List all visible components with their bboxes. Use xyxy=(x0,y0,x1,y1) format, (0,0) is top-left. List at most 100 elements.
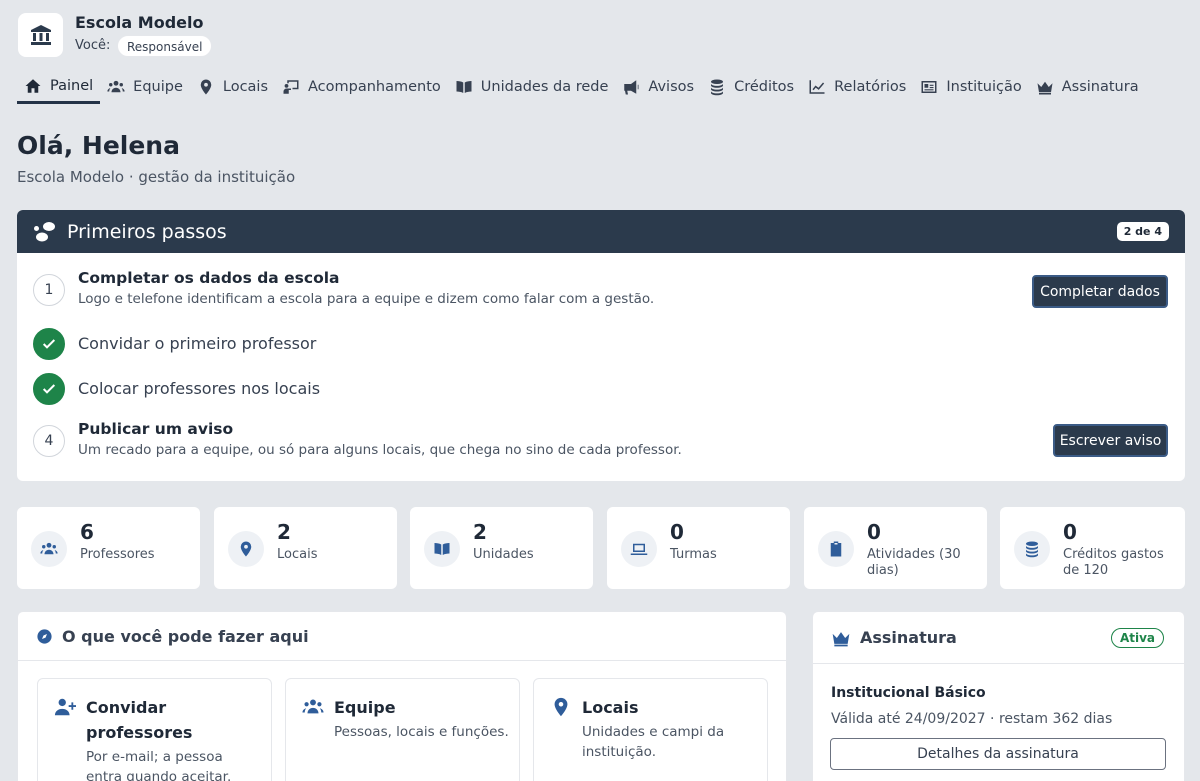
tab-painel[interactable]: Painel xyxy=(17,70,101,104)
action-desc: Pessoas, locais e funções. xyxy=(334,724,509,740)
laptop-icon xyxy=(630,543,648,555)
book-open-icon xyxy=(456,81,472,93)
action-team[interactable]: Equipe Pessoas, locais e funções. xyxy=(285,678,520,781)
first-steps-header: Primeiros passos 2 de 4 xyxy=(17,210,1185,253)
tab-label: Unidades da rede xyxy=(480,79,609,95)
institution-icon xyxy=(30,25,51,45)
tab-label: Painel xyxy=(50,77,94,94)
check-icon xyxy=(42,339,56,349)
stat-icon-wrap xyxy=(228,531,264,567)
subscription-details-button[interactable]: Detalhes da assinatura xyxy=(830,738,1166,770)
what-you-can-do-title: O que você pode fazer aqui xyxy=(62,626,309,646)
school-name: Escola Modelo xyxy=(75,13,204,32)
book-open-icon xyxy=(434,543,450,555)
step-title: Completar os dados da escola xyxy=(78,269,340,287)
tab-label: Relatórios xyxy=(834,79,907,95)
stat-label: Atividades (30 dias) xyxy=(867,547,961,578)
tab-instituicao[interactable]: Instituição xyxy=(913,70,1028,104)
first-steps-title: Primeiros passos xyxy=(67,220,227,243)
tab-locais[interactable]: Locais xyxy=(190,70,275,104)
stat-card-unidades: 2 Unidades xyxy=(410,507,593,589)
step-item: Convidar o primeiro professor xyxy=(33,328,316,360)
tab-acompanhamento[interactable]: Acompanhamento xyxy=(275,70,448,104)
stat-label: Professores xyxy=(80,547,155,562)
step-done-check xyxy=(33,328,65,360)
stat-card-turmas: 0 Turmas xyxy=(607,507,790,589)
plan-name: Institucional Básico xyxy=(831,685,986,701)
line-chart-icon xyxy=(809,80,825,94)
step-desc: Um recado para a equipe, ou só para algu… xyxy=(78,442,682,458)
action-desc: Unidades e campi da instituição. xyxy=(582,724,725,760)
map-pin-icon xyxy=(240,541,252,557)
tab-label: Equipe xyxy=(133,79,183,95)
stat-value: 0 xyxy=(867,520,881,544)
coins-icon xyxy=(1026,541,1038,558)
stat-icon-wrap xyxy=(621,531,657,567)
step-item: 4 Publicar um aviso Um recado para a equ… xyxy=(33,420,682,458)
tab-label: Créditos xyxy=(734,79,795,95)
what-you-can-do-header: O que você pode fazer aqui xyxy=(18,612,786,661)
tab-label: Instituição xyxy=(946,79,1022,95)
action-title: Convidar professores xyxy=(86,698,193,742)
stat-label: Turmas xyxy=(670,547,717,562)
subscription-header: Assinatura Ativa xyxy=(813,612,1184,664)
tab-equipe[interactable]: Equipe xyxy=(100,70,190,104)
user-plus-icon xyxy=(54,698,76,716)
stat-icon-wrap xyxy=(1014,531,1050,567)
tab-label: Acompanhamento xyxy=(308,79,441,95)
stat-card-creditos: 0 Créditos gastos de 120 xyxy=(1000,507,1185,589)
write-notice-button[interactable]: Escrever aviso xyxy=(1053,424,1168,457)
step-title: Publicar um aviso xyxy=(78,420,234,438)
action-invite-teachers[interactable]: Convidar professores Por e-mail; a pesso… xyxy=(37,678,272,781)
step-number: 4 xyxy=(33,425,65,457)
you-label: Você: xyxy=(75,38,111,53)
step-desc: Logo e telefone identificam a escola par… xyxy=(78,291,655,307)
tab-label: Avisos xyxy=(648,79,695,95)
megaphone-icon xyxy=(624,80,639,95)
stat-value: 0 xyxy=(670,520,684,544)
users-icon xyxy=(107,80,125,93)
coins-icon xyxy=(711,79,724,96)
what-you-can-do-card: O que você pode fazer aqui Convidar prof… xyxy=(17,611,787,781)
role-badge: Responsável xyxy=(117,35,213,57)
map-pin-icon xyxy=(554,697,568,717)
tab-relatorios[interactable]: Relatórios xyxy=(801,70,913,104)
action-locations[interactable]: Locais Unidades e campi da instituição. xyxy=(533,678,768,781)
first-steps-card: Primeiros passos 2 de 4 1 Completar os d… xyxy=(17,210,1185,481)
plan-validity: Válida até 24/09/2027 · restam 362 dias xyxy=(831,711,1113,727)
progress-badge: 2 de 4 xyxy=(1116,222,1169,241)
stat-value: 6 xyxy=(80,520,94,544)
check-icon xyxy=(42,384,56,394)
complete-data-button[interactable]: Completar dados xyxy=(1032,275,1168,308)
stat-icon-wrap xyxy=(424,531,460,567)
page-subtitle: Escola Modelo · gestão da instituição xyxy=(17,168,296,186)
subscription-title: Assinatura xyxy=(860,628,957,647)
tab-label: Locais xyxy=(222,79,269,95)
stat-card-professores: 6 Professores xyxy=(17,507,200,589)
tab-creditos[interactable]: Créditos xyxy=(701,70,801,104)
status-badge: Ativa xyxy=(1110,627,1164,648)
tab-unidades-da-rede[interactable]: Unidades da rede xyxy=(448,70,616,104)
tab-avisos[interactable]: Avisos xyxy=(615,70,701,104)
stat-value: 0 xyxy=(1063,520,1077,544)
users-icon xyxy=(302,699,324,714)
step-item: Colocar professores nos locais xyxy=(33,373,320,405)
main-nav: Painel Equipe Locais Acompanhamento Unid… xyxy=(17,70,1146,104)
stat-card-atividades: 0 Atividades (30 dias) xyxy=(804,507,987,589)
users-icon xyxy=(40,542,58,555)
compass-icon xyxy=(37,628,52,644)
map-pin-icon xyxy=(200,79,212,95)
step-number: 1 xyxy=(33,274,65,306)
stat-icon-wrap xyxy=(31,531,67,567)
school-logo xyxy=(18,13,63,57)
tab-assinatura[interactable]: Assinatura xyxy=(1029,70,1146,104)
stat-value: 2 xyxy=(473,520,487,544)
step-title: Convidar o primeiro professor xyxy=(78,334,317,353)
action-title: Locais xyxy=(582,698,639,717)
step-title: Colocar professores nos locais xyxy=(78,379,321,398)
id-card-icon xyxy=(921,81,937,93)
crown-icon xyxy=(832,631,850,646)
stat-label: Locais xyxy=(277,547,318,562)
step-done-check xyxy=(33,373,65,405)
footprints-icon xyxy=(34,221,55,241)
